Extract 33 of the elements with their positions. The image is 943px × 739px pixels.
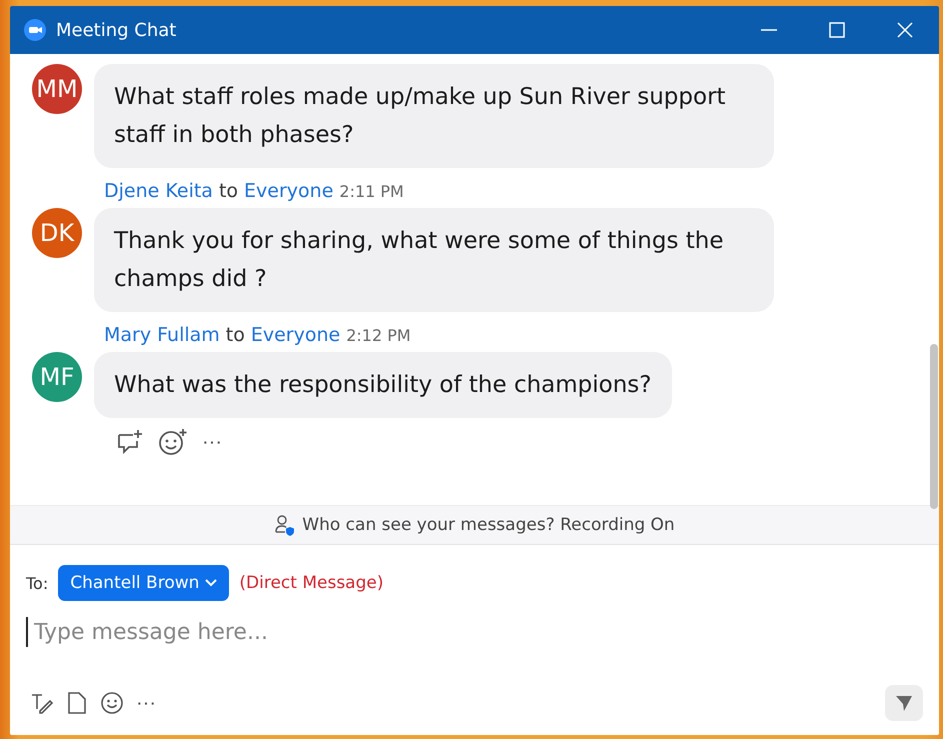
add-reaction-icon[interactable] [158,428,188,456]
format-icon[interactable] [30,691,54,715]
avatar: DK [32,208,82,258]
window-title: Meeting Chat [56,20,178,40]
direct-message-label: (Direct Message) [239,573,384,593]
recipient-name[interactable]: Everyone [244,180,334,202]
maximize-icon [828,21,846,39]
recipient-name[interactable]: Everyone [250,324,340,346]
avatar: MM [32,64,82,114]
reply-icon[interactable] [116,429,144,455]
minimize-icon [761,29,777,31]
connector-text: to [226,324,245,346]
message-bubble: What staff roles made up/make up Sun River support staff in both phases? [94,64,774,168]
avatar: MF [32,352,82,402]
send-button[interactable] [885,685,923,721]
emoji-icon[interactable] [100,691,124,715]
privacy-notice: Who can see your messages? Recording On [302,515,675,535]
message-time: 2:11 PM [339,182,404,201]
close-icon [896,21,914,39]
more-button[interactable]: ··· [136,692,156,714]
more-button[interactable]: ··· [202,430,222,454]
to-label: To: [26,574,48,592]
app-logo-icon [24,19,46,41]
message-time: 2:12 PM [346,326,411,345]
file-icon[interactable] [66,691,88,715]
sender-name[interactable]: Djene Keita [104,180,213,202]
recipient-dropdown[interactable]: Chantell Brown [58,565,230,601]
user-shield-icon [274,514,296,536]
message-bubble: What was the responsibility of the champions? [94,352,672,418]
caret-icon [205,579,218,587]
message-bubble: Thank you for sharing, what were some of things the champs did ? [94,208,774,312]
sender-name[interactable]: Mary Fullam [104,324,220,346]
connector-text: to [218,180,238,202]
